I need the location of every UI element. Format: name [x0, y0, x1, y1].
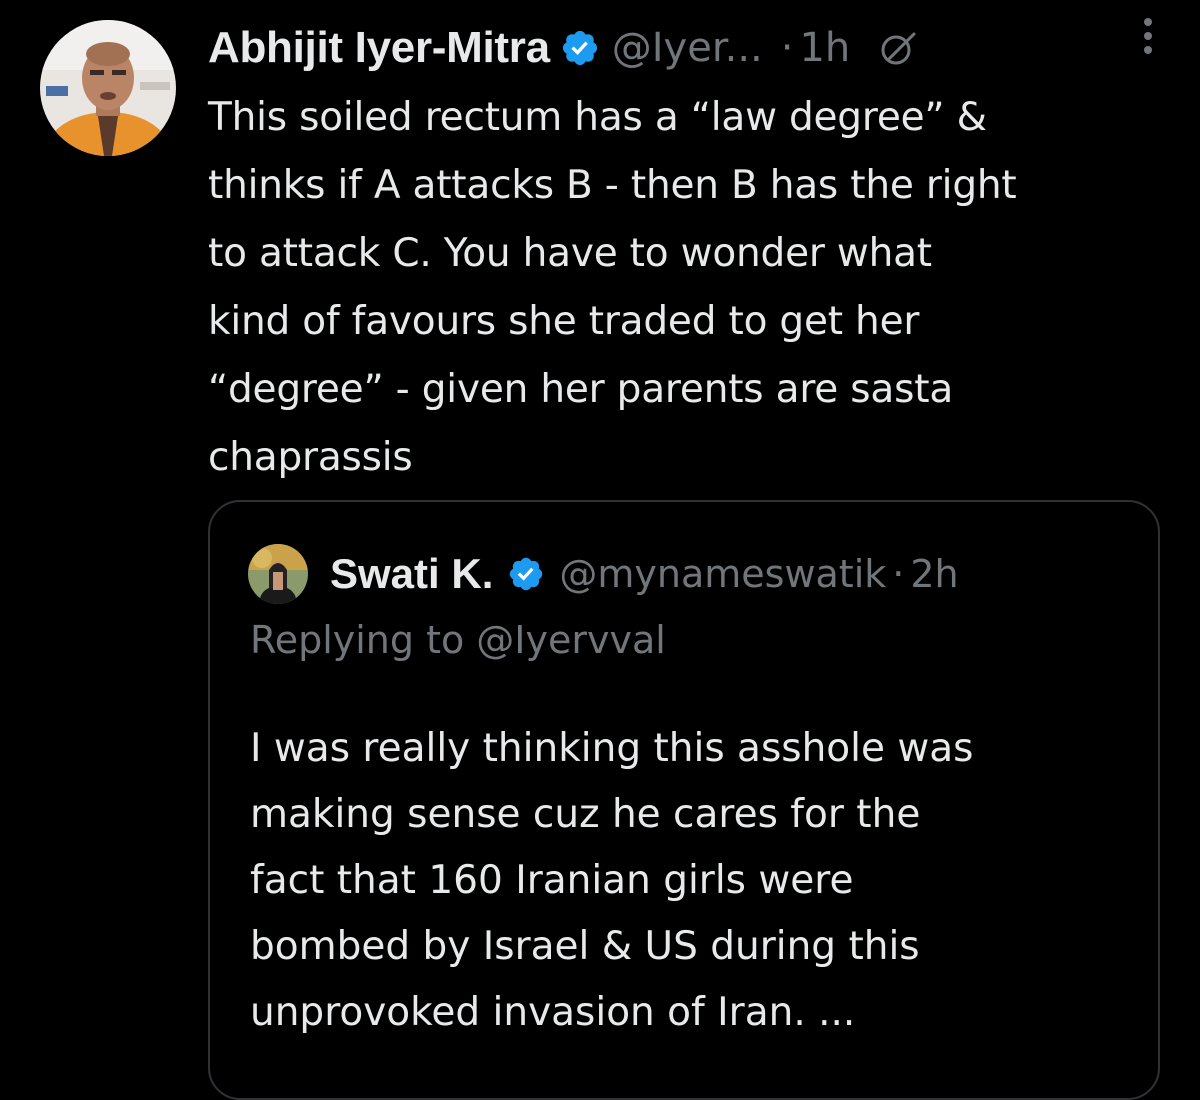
tweet-text-line: kind of favours she traded to get her	[208, 299, 920, 344]
author-name[interactable]: Abhijit Iyer-Mitra	[208, 23, 550, 73]
quoted-tweet-card[interactable]: Swati K. @mynameswatik · 2h Replying to …	[208, 500, 1160, 1100]
quoted-author-handle[interactable]: @mynameswatik	[559, 552, 886, 596]
tweet-text-line: This soiled rectum has a “law degree” &	[208, 95, 987, 140]
quoted-author-avatar[interactable]	[248, 544, 308, 604]
tweet-text-line: thinks if A attacks B - then B has the r…	[208, 163, 1017, 208]
quoted-tweet-time[interactable]: 2h	[910, 552, 958, 596]
replying-to-label[interactable]: Replying to @Iyervval	[250, 618, 666, 662]
tweet-header: Abhijit Iyer-Mitra @Iyer... · 1h	[208, 14, 1168, 82]
quoted-text-line: I was really thinking this asshole was	[250, 726, 974, 771]
quoted-tweet-header: Swati K. @mynameswatik · 2h	[248, 536, 959, 612]
separator-dot: ·	[780, 25, 794, 71]
more-options-icon[interactable]	[1140, 10, 1156, 60]
author-handle[interactable]: @Iyer...	[612, 25, 763, 71]
quoted-author-name[interactable]: Swati K.	[330, 550, 493, 598]
quoted-text-line: bombed by Israel & US during this	[250, 924, 920, 969]
tweet[interactable]: Abhijit Iyer-Mitra @Iyer... · 1h This so…	[0, 0, 1200, 1100]
tweet-text: This soiled rectum has a “law degree” & …	[208, 84, 1178, 492]
quoted-text-line: making sense cuz he cares for the	[250, 792, 921, 837]
quoted-tweet-text: I was really thinking this asshole was m…	[250, 716, 1130, 1046]
tweet-text-line: to attack C. You have to wonder what	[208, 231, 932, 276]
quoted-text-line: unprovoked invasion of Iran. ...	[250, 990, 856, 1035]
edit-history-icon[interactable]	[876, 26, 920, 70]
verified-badge-icon	[562, 30, 597, 66]
avatar-image	[40, 20, 176, 156]
tweet-time[interactable]: 1h	[799, 25, 850, 71]
author-avatar[interactable]	[40, 20, 176, 156]
tweet-text-line: “degree” - given her parents are sasta	[208, 367, 954, 412]
quoted-verified-badge-icon	[510, 557, 543, 591]
quoted-text-line: fact that 160 Iranian girls were	[250, 858, 854, 903]
tweet-text-line: chaprassis	[208, 435, 413, 480]
quoted-separator-dot: ·	[892, 552, 905, 596]
quoted-avatar-image	[248, 544, 308, 604]
